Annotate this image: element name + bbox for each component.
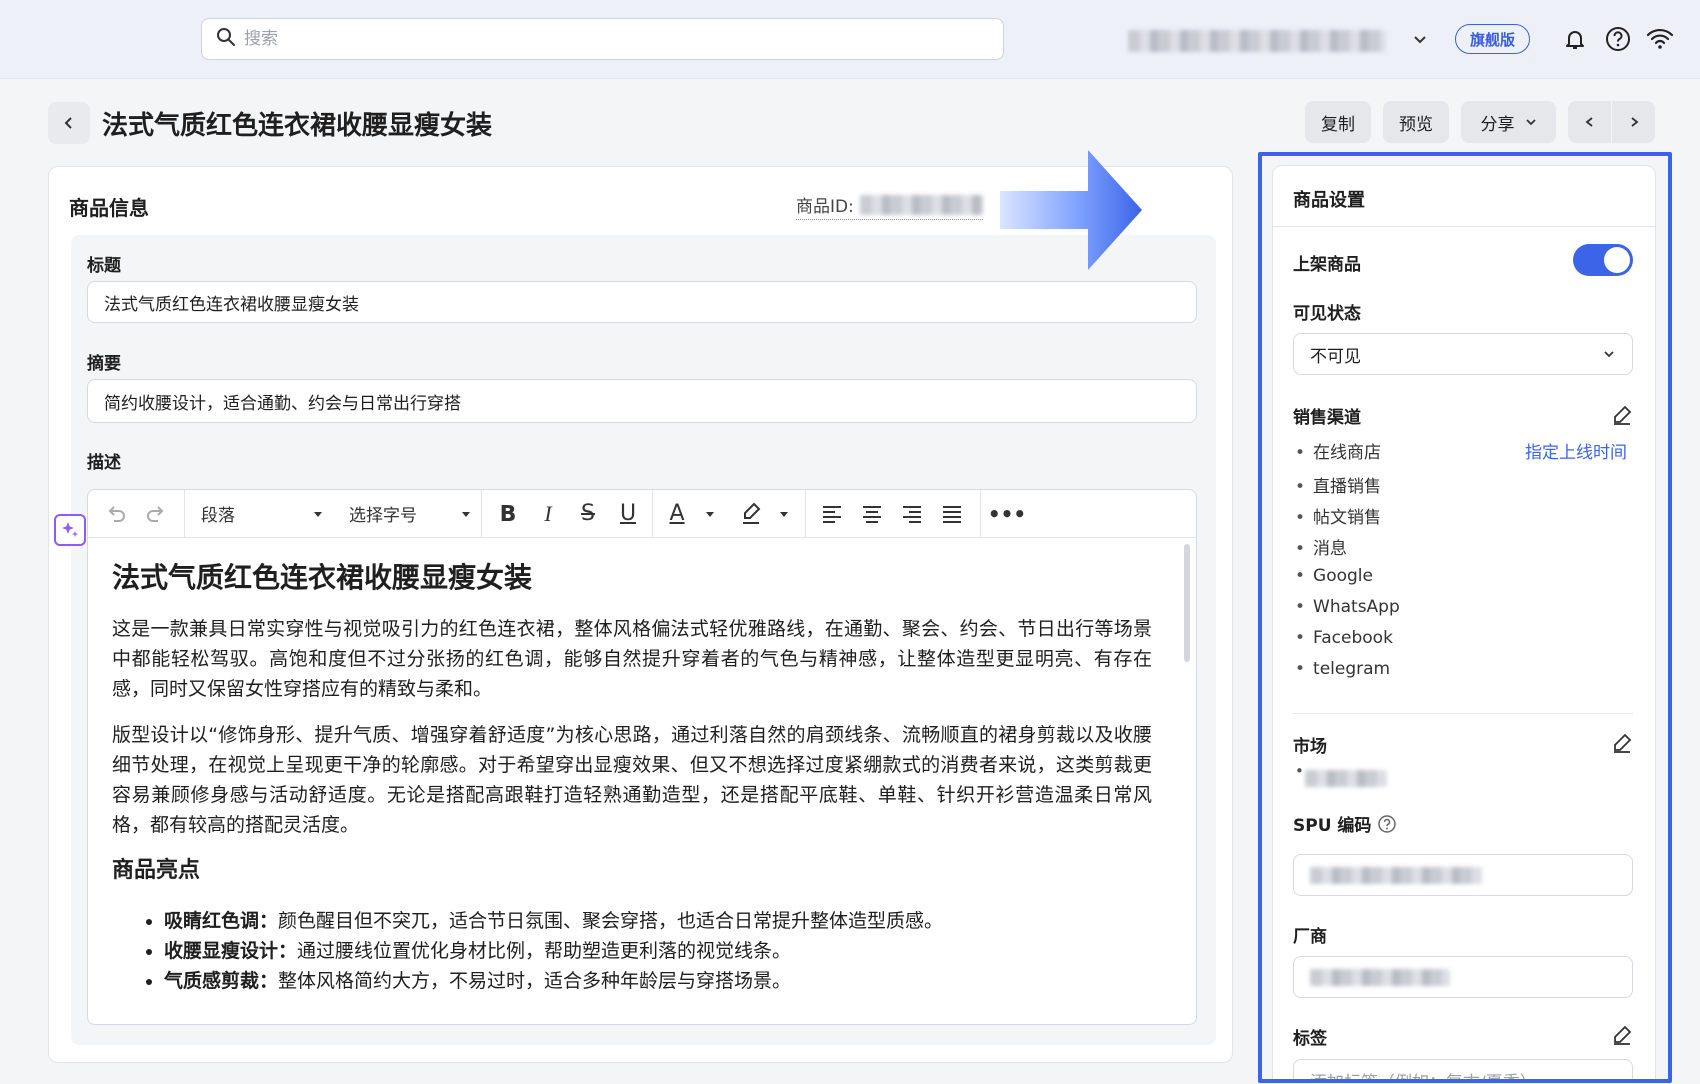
editor-toolbar: 段落 选择字号 𝗕 I S U A ••• bbox=[88, 490, 1196, 538]
highlighter-icon[interactable] bbox=[731, 494, 771, 534]
product-id-redacted bbox=[859, 194, 983, 215]
chevron-down-icon[interactable] bbox=[1405, 24, 1435, 54]
highlight-frame bbox=[1258, 152, 1672, 1083]
caret-down-icon[interactable] bbox=[771, 494, 797, 534]
chevron-left-icon bbox=[1585, 117, 1593, 127]
content-heading: 法式气质红色连衣裙收腰显瘦女装 bbox=[112, 561, 533, 594]
content-paragraph: 这是一款兼具日常实穿性与视觉吸引力的红色连衣裙，整体风格偏法式轻优雅路线，在通勤… bbox=[112, 618, 1152, 700]
strikethrough-icon[interactable]: S bbox=[568, 494, 608, 534]
chevron-left-icon bbox=[64, 117, 72, 129]
bell-icon[interactable] bbox=[1560, 24, 1590, 54]
paragraph-select-value: 段落 bbox=[201, 506, 235, 526]
product-info-card: 商品信息 商品ID: 标题 法式气质红色连衣裙收腰显瘦女装 摘要 简约收腰设计，… bbox=[48, 166, 1233, 1063]
description-label: 描述 bbox=[87, 453, 121, 473]
page-header: 法式气质红色连衣裙收腰显瘦女装 bbox=[48, 102, 492, 144]
top-bar: 旗舰版 bbox=[0, 0, 1700, 79]
editor-content[interactable]: 法式气质红色连衣裙收腰显瘦女装 这是一款兼具日常实穿性与视觉吸引力的红色连衣裙，… bbox=[112, 560, 1152, 996]
back-button[interactable] bbox=[48, 102, 90, 144]
title-label: 标题 bbox=[87, 256, 121, 276]
toolbar-divider bbox=[980, 490, 981, 538]
chevron-right-icon bbox=[1630, 117, 1638, 127]
more-icon[interactable]: ••• bbox=[987, 494, 1027, 534]
list-item: 气质感剪裁：整体风格简约大方，不易过时，适合多种年龄层与穿搭场景。 bbox=[164, 966, 1152, 996]
summary-label: 摘要 bbox=[87, 354, 121, 374]
rich-text-editor[interactable]: 段落 选择字号 𝗕 I S U A ••• 法式气质红色连衣裙收腰显瘦女装 这是… bbox=[87, 489, 1197, 1025]
summary-input[interactable]: 简约收腰设计，适合通勤、约会与日常出行穿搭 bbox=[87, 379, 1197, 423]
share-button[interactable]: 分享 bbox=[1461, 101, 1556, 143]
copy-button[interactable]: 复制 bbox=[1305, 101, 1371, 143]
chevron-down-icon bbox=[1525, 119, 1536, 126]
wifi-icon[interactable] bbox=[1645, 24, 1675, 54]
product-id-label: 商品ID: bbox=[796, 197, 854, 217]
highlights-heading: 商品亮点 bbox=[112, 858, 201, 883]
redo-icon[interactable] bbox=[136, 494, 176, 534]
search-icon bbox=[216, 27, 236, 52]
share-label: 分享 bbox=[1480, 114, 1515, 135]
next-item-button[interactable] bbox=[1612, 101, 1655, 143]
bold-icon[interactable]: 𝗕 bbox=[488, 494, 528, 534]
plan-badge[interactable]: 旗舰版 bbox=[1455, 24, 1530, 54]
caret-down-icon bbox=[462, 511, 470, 517]
align-right-icon[interactable] bbox=[892, 494, 932, 534]
ai-assist-button[interactable] bbox=[54, 514, 86, 546]
annotation-arrow-icon bbox=[1000, 150, 1142, 270]
paragraph-select[interactable]: 段落 bbox=[185, 501, 333, 526]
list-item: 收腰显瘦设计：通过腰线位置优化身材比例，帮助塑造更利落的视觉线条。 bbox=[164, 936, 1152, 966]
section-title: 商品信息 bbox=[69, 196, 149, 220]
toolbar-divider bbox=[481, 490, 482, 538]
content-paragraph: 版型设计以“修饰身形、提升气质、增强穿着舒适度”为核心思路，通过利落自然的肩颈线… bbox=[112, 724, 1152, 836]
caret-down-icon[interactable] bbox=[697, 494, 723, 534]
sparkle-icon bbox=[62, 522, 78, 537]
highlights-list: 吸睛红色调：颜色醒目但不突兀，适合节日氛围、聚会穿搭，也适合日常提升整体造型质感… bbox=[112, 906, 1152, 996]
align-left-icon[interactable] bbox=[812, 494, 852, 534]
title-input[interactable]: 法式气质红色连衣裙收腰显瘦女装 bbox=[87, 281, 1197, 323]
toolbar-divider bbox=[652, 490, 653, 538]
help-icon[interactable] bbox=[1603, 24, 1633, 54]
product-id[interactable]: 商品ID: bbox=[796, 192, 983, 220]
previous-item-button[interactable] bbox=[1568, 101, 1611, 143]
undo-icon[interactable] bbox=[96, 494, 136, 534]
caret-down-icon bbox=[314, 511, 322, 517]
toolbar-divider bbox=[805, 490, 806, 538]
underline-icon[interactable]: U bbox=[608, 494, 648, 534]
preview-button[interactable]: 预览 bbox=[1383, 101, 1449, 143]
align-justify-icon[interactable] bbox=[932, 494, 972, 534]
search-input[interactable] bbox=[244, 29, 944, 49]
italic-icon[interactable]: I bbox=[528, 494, 568, 534]
align-center-icon[interactable] bbox=[852, 494, 892, 534]
account-name-redacted[interactable] bbox=[1128, 30, 1386, 52]
font-size-select-value: 选择字号 bbox=[349, 506, 417, 526]
page-title: 法式气质红色连衣裙收腰显瘦女装 bbox=[102, 110, 493, 141]
text-color-icon[interactable]: A bbox=[657, 494, 697, 534]
product-form: 标题 法式气质红色连衣裙收腰显瘦女装 摘要 简约收腰设计，适合通勤、约会与日常出… bbox=[71, 235, 1216, 1045]
font-size-select[interactable]: 选择字号 bbox=[333, 501, 481, 526]
list-item: 吸睛红色调：颜色醒目但不突兀，适合节日氛围、聚会穿搭，也适合日常提升整体造型质感… bbox=[164, 906, 1152, 936]
editor-scrollbar[interactable] bbox=[1184, 544, 1190, 662]
search-box[interactable] bbox=[201, 18, 1004, 60]
